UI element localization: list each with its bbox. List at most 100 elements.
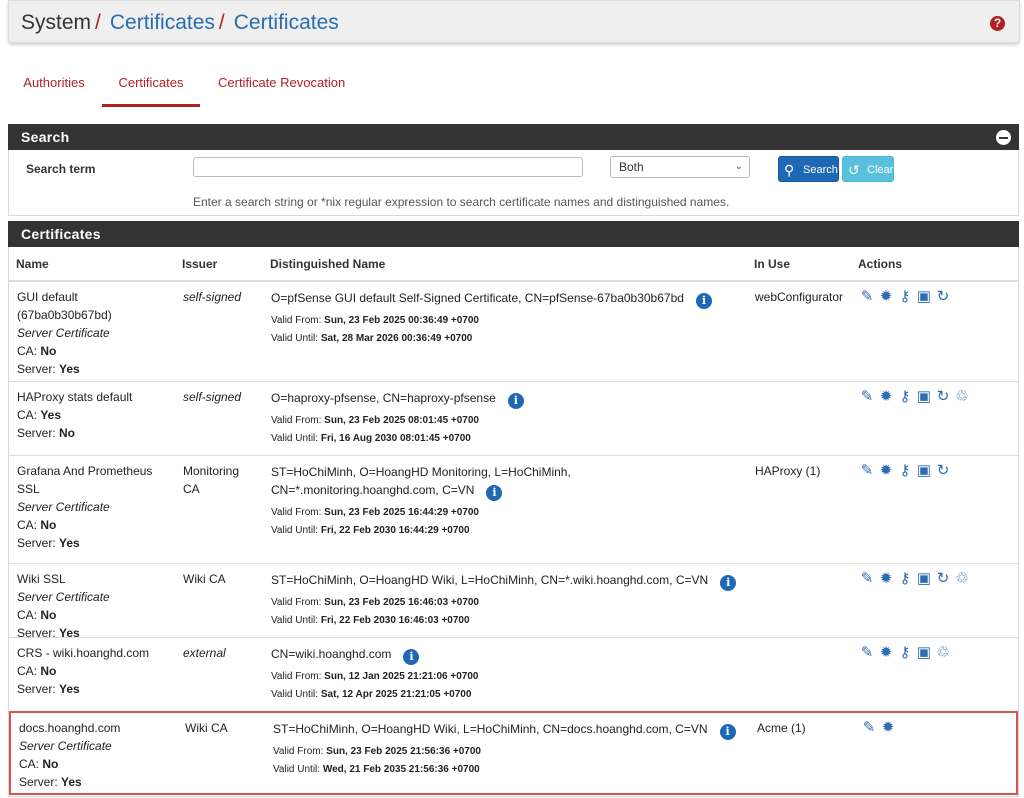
certificate-name-cell: HAProxy stats default CA: Yes Server: No <box>17 388 177 442</box>
trash-icon[interactable]: ♲ <box>953 570 971 588</box>
gear-icon[interactable]: ✹ <box>879 719 897 737</box>
key-icon[interactable]: ⚷ <box>896 462 914 480</box>
valid-from-label: Valid From: <box>271 415 325 426</box>
ca-label: CA: <box>17 344 41 358</box>
key-icon[interactable]: ⚷ <box>896 388 914 406</box>
tab-authorities[interactable]: Authorities <box>23 62 85 104</box>
breadcrumb-certificates-current[interactable]: Certificates <box>234 11 339 34</box>
page-header: System / Certificates / Certificates ? <box>8 0 1020 43</box>
renew-icon[interactable]: ↻ <box>934 388 952 406</box>
certificate-type: Server Certificate <box>17 590 110 604</box>
pencil-icon[interactable]: ✎ <box>860 719 878 737</box>
table-row[interactable]: GUI default (67ba0b30b67bd) Server Certifi… <box>9 281 1018 381</box>
server-flag: Server: No <box>17 424 177 442</box>
server-value: Yes <box>59 536 80 550</box>
clear-button[interactable]: ↺ Clear <box>842 156 894 182</box>
pencil-icon[interactable]: ✎ <box>858 388 876 406</box>
info-icon[interactable]: i <box>719 724 736 740</box>
key-icon[interactable]: ⚷ <box>896 288 914 306</box>
column-header-name: Name <box>16 257 49 271</box>
gear-icon[interactable]: ✹ <box>877 570 895 588</box>
valid-until-label: Valid Until: <box>273 764 323 775</box>
valid-from: Valid From: Sun, 23 Feb 2025 21:56:36 +0… <box>273 743 481 761</box>
archive-icon[interactable]: ▣ <box>915 388 933 406</box>
archive-icon[interactable]: ▣ <box>915 288 933 306</box>
valid-until-value: Fri, 22 Feb 2030 16:46:03 +0700 <box>320 615 470 626</box>
distinguished-name: CN=wiki.hoanghd.com i <box>271 645 420 665</box>
valid-from: Valid From: Sun, 23 Feb 2025 00:36:49 +0… <box>271 312 479 330</box>
info-icon[interactable]: i <box>720 575 737 591</box>
ca-value: No <box>40 344 57 358</box>
table-row[interactable]: CRS - wiki.hoanghd.com CA: No Server: Yes e… <box>9 637 1018 711</box>
help-icon[interactable]: ? <box>990 16 1005 31</box>
valid-until-label: Valid Until: <box>271 689 321 700</box>
renew-icon[interactable]: ↻ <box>934 462 952 480</box>
valid-until-label: Valid Until: <box>271 333 321 344</box>
archive-icon[interactable]: ▣ <box>915 644 933 662</box>
tab-certificate-revocation[interactable]: Certificate Revocation <box>218 62 345 104</box>
pencil-icon[interactable]: ✎ <box>858 570 876 588</box>
ca-flag: CA: No <box>19 755 179 773</box>
search-input[interactable] <box>193 157 583 177</box>
renew-icon[interactable]: ↻ <box>934 288 952 306</box>
valid-until-value: Wed, 21 Feb 2035 21:56:36 +0700 <box>322 764 480 775</box>
undo-icon: ↺ <box>848 162 860 178</box>
certificate-name-cell: GUI default (67ba0b30b67bd) Server Certifi… <box>17 288 177 378</box>
breadcrumb-certificates-link[interactable]: Certificates <box>110 11 215 34</box>
tab-certificates[interactable]: Certificates <box>102 62 200 107</box>
distinguished-name-line: O=pfSense GUI default Self-Signed Certif… <box>271 289 712 309</box>
server-label: Server: <box>17 426 60 440</box>
actions: ✎ ✹ <box>860 719 898 737</box>
table-row[interactable]: Grafana And Prometheus SSL Server Certific… <box>9 455 1018 563</box>
valid-until: Valid Until: Fri, 22 Feb 2030 16:46:03 +… <box>271 612 470 630</box>
valid-until-value: Sat, 12 Apr 2025 21:21:05 +0700 <box>320 689 472 700</box>
distinguished-name-line: ST=HoChiMinh, O=HoangHD Wiki, L=HoChiMin… <box>271 571 737 591</box>
certificate-name: HAProxy stats default <box>17 390 133 404</box>
valid-from-label: Valid From: <box>271 315 325 326</box>
ca-label: CA: <box>19 757 43 771</box>
search-hint: Enter a search string or *nix regular ex… <box>193 195 730 209</box>
in-use: HAProxy (1) <box>755 464 821 478</box>
certificate-issuer: self-signed <box>183 290 242 304</box>
info-icon[interactable]: i <box>695 293 712 309</box>
info-icon[interactable]: i <box>403 649 420 665</box>
table-row[interactable]: docs.hoanghd.com Server Certificate CA: No… <box>9 711 1018 795</box>
certificate-type: Server Certificate <box>17 326 110 340</box>
key-icon[interactable]: ⚷ <box>896 570 914 588</box>
valid-from: Valid From: Sun, 12 Jan 2025 21:21:06 +0… <box>271 668 478 686</box>
gear-icon[interactable]: ✹ <box>877 644 895 662</box>
pencil-icon[interactable]: ✎ <box>858 644 876 662</box>
distinguished-name: O=pfSense GUI default Self-Signed Certif… <box>271 289 712 309</box>
key-icon[interactable]: ⚷ <box>896 644 914 662</box>
gear-icon[interactable]: ✹ <box>877 288 895 306</box>
valid-from: Valid From: Sun, 23 Feb 2025 08:01:45 +0… <box>271 412 479 430</box>
table-row[interactable]: Wiki SSL Server Certificate CA: No Server: … <box>9 563 1018 640</box>
collapse-icon[interactable] <box>996 130 1011 145</box>
valid-until-label: Valid Until: <box>271 615 321 626</box>
archive-icon[interactable]: ▣ <box>915 462 933 480</box>
trash-icon[interactable]: ♲ <box>934 644 952 662</box>
valid-until-value: Fri, 22 Feb 2030 16:44:29 +0700 <box>320 525 470 536</box>
certificates-panel-title: Certificates <box>21 226 101 242</box>
ca-label: CA: <box>17 518 41 532</box>
renew-icon[interactable]: ↻ <box>934 570 952 588</box>
trash-icon[interactable]: ♲ <box>953 388 971 406</box>
pencil-icon[interactable]: ✎ <box>858 462 876 480</box>
valid-until: Valid Until: Sat, 28 Mar 2026 00:36:49 +… <box>271 330 472 348</box>
actions: ✎ ✹ ⚷ ▣ ↻ <box>858 462 953 480</box>
table-row[interactable]: HAProxy stats default CA: Yes Server: No se… <box>9 381 1018 455</box>
valid-from-label: Valid From: <box>271 671 325 682</box>
search-button[interactable]: ⚲ Search <box>778 156 839 182</box>
archive-icon[interactable]: ▣ <box>915 570 933 588</box>
certificate-name-cell: docs.hoanghd.com Server Certificate CA: No… <box>19 719 179 791</box>
info-icon[interactable]: i <box>507 393 524 409</box>
gear-icon[interactable]: ✹ <box>877 462 895 480</box>
gear-icon[interactable]: ✹ <box>877 388 895 406</box>
distinguished-name-line: ST=HoChiMinh, O=HoangHD Wiki, L=HoChiMin… <box>273 720 736 740</box>
pencil-icon[interactable]: ✎ <box>858 288 876 306</box>
info-icon[interactable]: i <box>486 485 503 501</box>
search-scope-select[interactable]: Both ⌄ <box>610 156 750 178</box>
column-header-in-use: In Use <box>754 257 791 271</box>
actions: ✎ ✹ ⚷ ▣ ↻ ♲ <box>858 388 972 406</box>
server-label: Server: <box>17 536 60 550</box>
